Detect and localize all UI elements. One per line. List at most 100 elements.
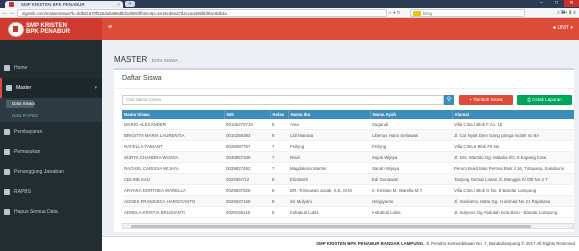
sidebar-item-label: Master [16, 85, 32, 91]
table-cell: 0010259383 [224, 129, 270, 141]
sidebar-subitem-label: Data RAPBS [12, 113, 39, 118]
table-row[interactable]: ARYARA DORTHEA WARELLA 0029837828 8 DR. Tri… [122, 184, 574, 196]
browser-tab[interactable]: SMP KRISTEN BPK PENABUR × [5, 1, 123, 8]
school-logo-icon [8, 22, 24, 37]
tab-title: SMP KRISTEN BPK PENABUR [21, 2, 85, 7]
user-menu[interactable]: ♣ UNIT ▾ [553, 25, 573, 31]
minimize-button[interactable]: – [534, 0, 549, 7]
sidebar-item-label: Pembayaran [14, 129, 43, 135]
inbox-icon [4, 149, 10, 155]
table-cell: 0029158116 [224, 206, 270, 218]
search-icon: ⚲ [446, 97, 452, 103]
table-row[interactable]: BRIGITTA MARIA LAURENTIA 0010259383 9 Lidi … [122, 129, 574, 141]
table-cell: 7 [270, 151, 288, 163]
table-row[interactable]: MARIO ALEXANDER 00106276719 9 Aina Sugandi Vi… [122, 119, 574, 130]
main-content: MASTER DATA SISWA Daftar Siswa Cari Nama… [102, 40, 579, 251]
sidebar-subitem-label: Data Siswa [12, 101, 35, 106]
reload-icon[interactable]: ☆ ▾ ↻ [388, 9, 408, 17]
table-cell: Perum Bukit Mas Permai Blok J 16, Tirtay… [452, 162, 574, 174]
scrollbar-thumb[interactable] [131, 225, 531, 228]
column-header[interactable]: Kelas [270, 110, 289, 119]
table-cell: 00106276719 [224, 119, 270, 130]
add-student-button[interactable]: + Tambah Siswa [459, 95, 513, 105]
column-header[interactable]: Nama Siswa [122, 110, 225, 119]
table-cell: Edi Gunawan [370, 173, 452, 185]
table-cell: RACHEL CARISSA WIJAYA [122, 162, 224, 174]
table-cell: Sri Mulyani [288, 195, 370, 207]
bing-icon [413, 11, 421, 16]
wallet-icon [4, 129, 10, 135]
top-navbar: ≡ ♣ UNIT ▾ [102, 18, 579, 40]
table-cell: 0029837828 [224, 184, 270, 196]
table-cell: Lidi Maniwa [288, 129, 370, 141]
column-header[interactable]: Nama Ibu [288, 110, 371, 119]
sidebar-subitem-data-rapbs[interactable]: Data RAPBS [0, 110, 102, 122]
page-title: MASTER DATA SISWA [114, 55, 178, 64]
sidebar-item-label: Home [14, 65, 28, 71]
table-cell: Feilyng [370, 140, 452, 152]
table-cell: Elizabeth [288, 173, 370, 185]
search-button[interactable]: ⚲ [444, 95, 454, 105]
window-close-button[interactable]: ✕ [564, 0, 579, 7]
app-brand[interactable]: SMP KRISTEN BPK PENABUR [0, 18, 102, 40]
sidebar-item-home[interactable]: Home [0, 58, 102, 78]
student-table: Nama Siswa NIS Kelas Nama Ibu Nama Ayah Alama… [122, 110, 574, 222]
column-header[interactable]: Alamat [452, 110, 574, 119]
browser-search-field[interactable]: Bing [410, 9, 525, 17]
sidebar-item-rapbs[interactable]: RAPBS [0, 182, 102, 202]
table-row[interactable]: ADNELA KRISTIA ERLIDIANTI 0029158116 8 Indr… [122, 206, 574, 218]
table-cell: Indrakuti Lubis [288, 206, 370, 218]
browser-tools-icon[interactable]: ⌕ ▤▾ ⬇ ≡ [530, 9, 576, 17]
sidebar-item-master[interactable]: Master ▾ [0, 78, 102, 98]
address-bar[interactable]: sigenik.com/mastersiswa?k=dd5d1670f526da… [17, 9, 387, 17]
table-body: MARIO ALEXANDER 00106276719 9 Aina Sugandi Vi… [122, 119, 574, 218]
table-cell: SURYA CHANDRA WIJAYA [122, 151, 224, 163]
table-cell: 0029637169 [224, 195, 270, 207]
print-report-label: Cetak Laporan [532, 97, 562, 102]
menu-toggle-icon[interactable]: ≡ [108, 24, 116, 31]
table-cell: MARIO ALEXANDER [122, 119, 224, 130]
column-header[interactable]: NIS [224, 110, 271, 119]
table-cell: Jl. Sulyono Gg Abdulah kota Baru - Banda… [452, 206, 574, 218]
table-cell: RAFELLA FABIANT [122, 140, 224, 152]
table-cell: Tanjung Gemar Lintari Jl. Manggis IV DB … [452, 173, 574, 185]
table-cell: Ir. Kristian M. Warella M.T [370, 184, 452, 196]
browser-search-placeholder: Bing [423, 11, 433, 16]
table-row[interactable]: RAFELLA FABIANT 0026087767 7 Feilyng Feilyng… [122, 140, 574, 152]
table-cell: Aina [288, 119, 370, 130]
table-cell: Sugandi [370, 119, 452, 130]
table-cell: Villa Citra II Blok F5 No [452, 140, 574, 152]
table-cell: Jl. Cut Nyak Dien Gang panga mulah no 8A [452, 129, 574, 141]
print-report-button[interactable]: ⎙ Cetak Laporan [517, 95, 572, 105]
sidebar-item-pembayaran[interactable]: Pembayaran [0, 122, 102, 142]
sidebar-item-pemasukan[interactable]: Pemasukan [0, 142, 102, 162]
table-row[interactable]: SURYA CHANDRA WIJAYA 0030857339 7 Riani Suju… [122, 151, 574, 163]
sidebar-item-penanggung-jawaban[interactable]: Penanggung Jawaban [0, 162, 102, 182]
new-tab-button[interactable]: + [125, 1, 135, 7]
student-search-input[interactable]: Cari Nama Siswa [122, 95, 444, 105]
table-cell: ARYARA DORTHEA WARELLA [122, 184, 224, 196]
table-cell: 8 [270, 206, 288, 218]
maximize-button[interactable]: □ [549, 0, 564, 7]
column-header[interactable]: Nama Ayah [370, 110, 453, 119]
document-icon [4, 189, 10, 195]
table-cell: AGNES FRANSISCA HARGIYANTO [122, 195, 224, 207]
brand-line2: BPK PENABUR [26, 29, 71, 35]
horizontal-scrollbar[interactable] [122, 223, 574, 229]
sidebar-subitem-data-siswa[interactable]: Data Siswa [0, 98, 102, 110]
sidebar-item-hapus-semua-data[interactable]: Hapus Semua Data [0, 202, 102, 222]
sidebar-item-label: Hapus Semua Data [14, 209, 58, 215]
student-list-box: Daftar Siswa Cari Nama Siswa ⚲ + Tambah … [114, 68, 574, 232]
sidebar-item-label: Pemasukan [14, 149, 41, 155]
table-cell: 8 [270, 195, 288, 207]
table-row[interactable]: CELINE KAU 0029357/12 8 Elizabeth Edi Gunawa… [122, 173, 574, 185]
table-row[interactable]: RACHEL CARISSA WIJAYA 0039827492 7 Magdalen… [122, 162, 574, 174]
box-title: Daftar Siswa [122, 75, 162, 82]
sidebar: Home Master ▾ Data Siswa Data RAPBS Pemb… [0, 40, 102, 251]
page-title-text: MASTER [114, 55, 148, 64]
table-cell: Indrakuti Lubis [370, 206, 452, 218]
user-menu-label: UNIT [557, 25, 570, 31]
forward-arrow-icon[interactable]: → [8, 9, 16, 17]
table-row[interactable]: AGNES FRANSISCA HARGIYANTO 0029637169 8 Sri… [122, 195, 574, 207]
tab-close-icon[interactable]: × [117, 1, 120, 8]
